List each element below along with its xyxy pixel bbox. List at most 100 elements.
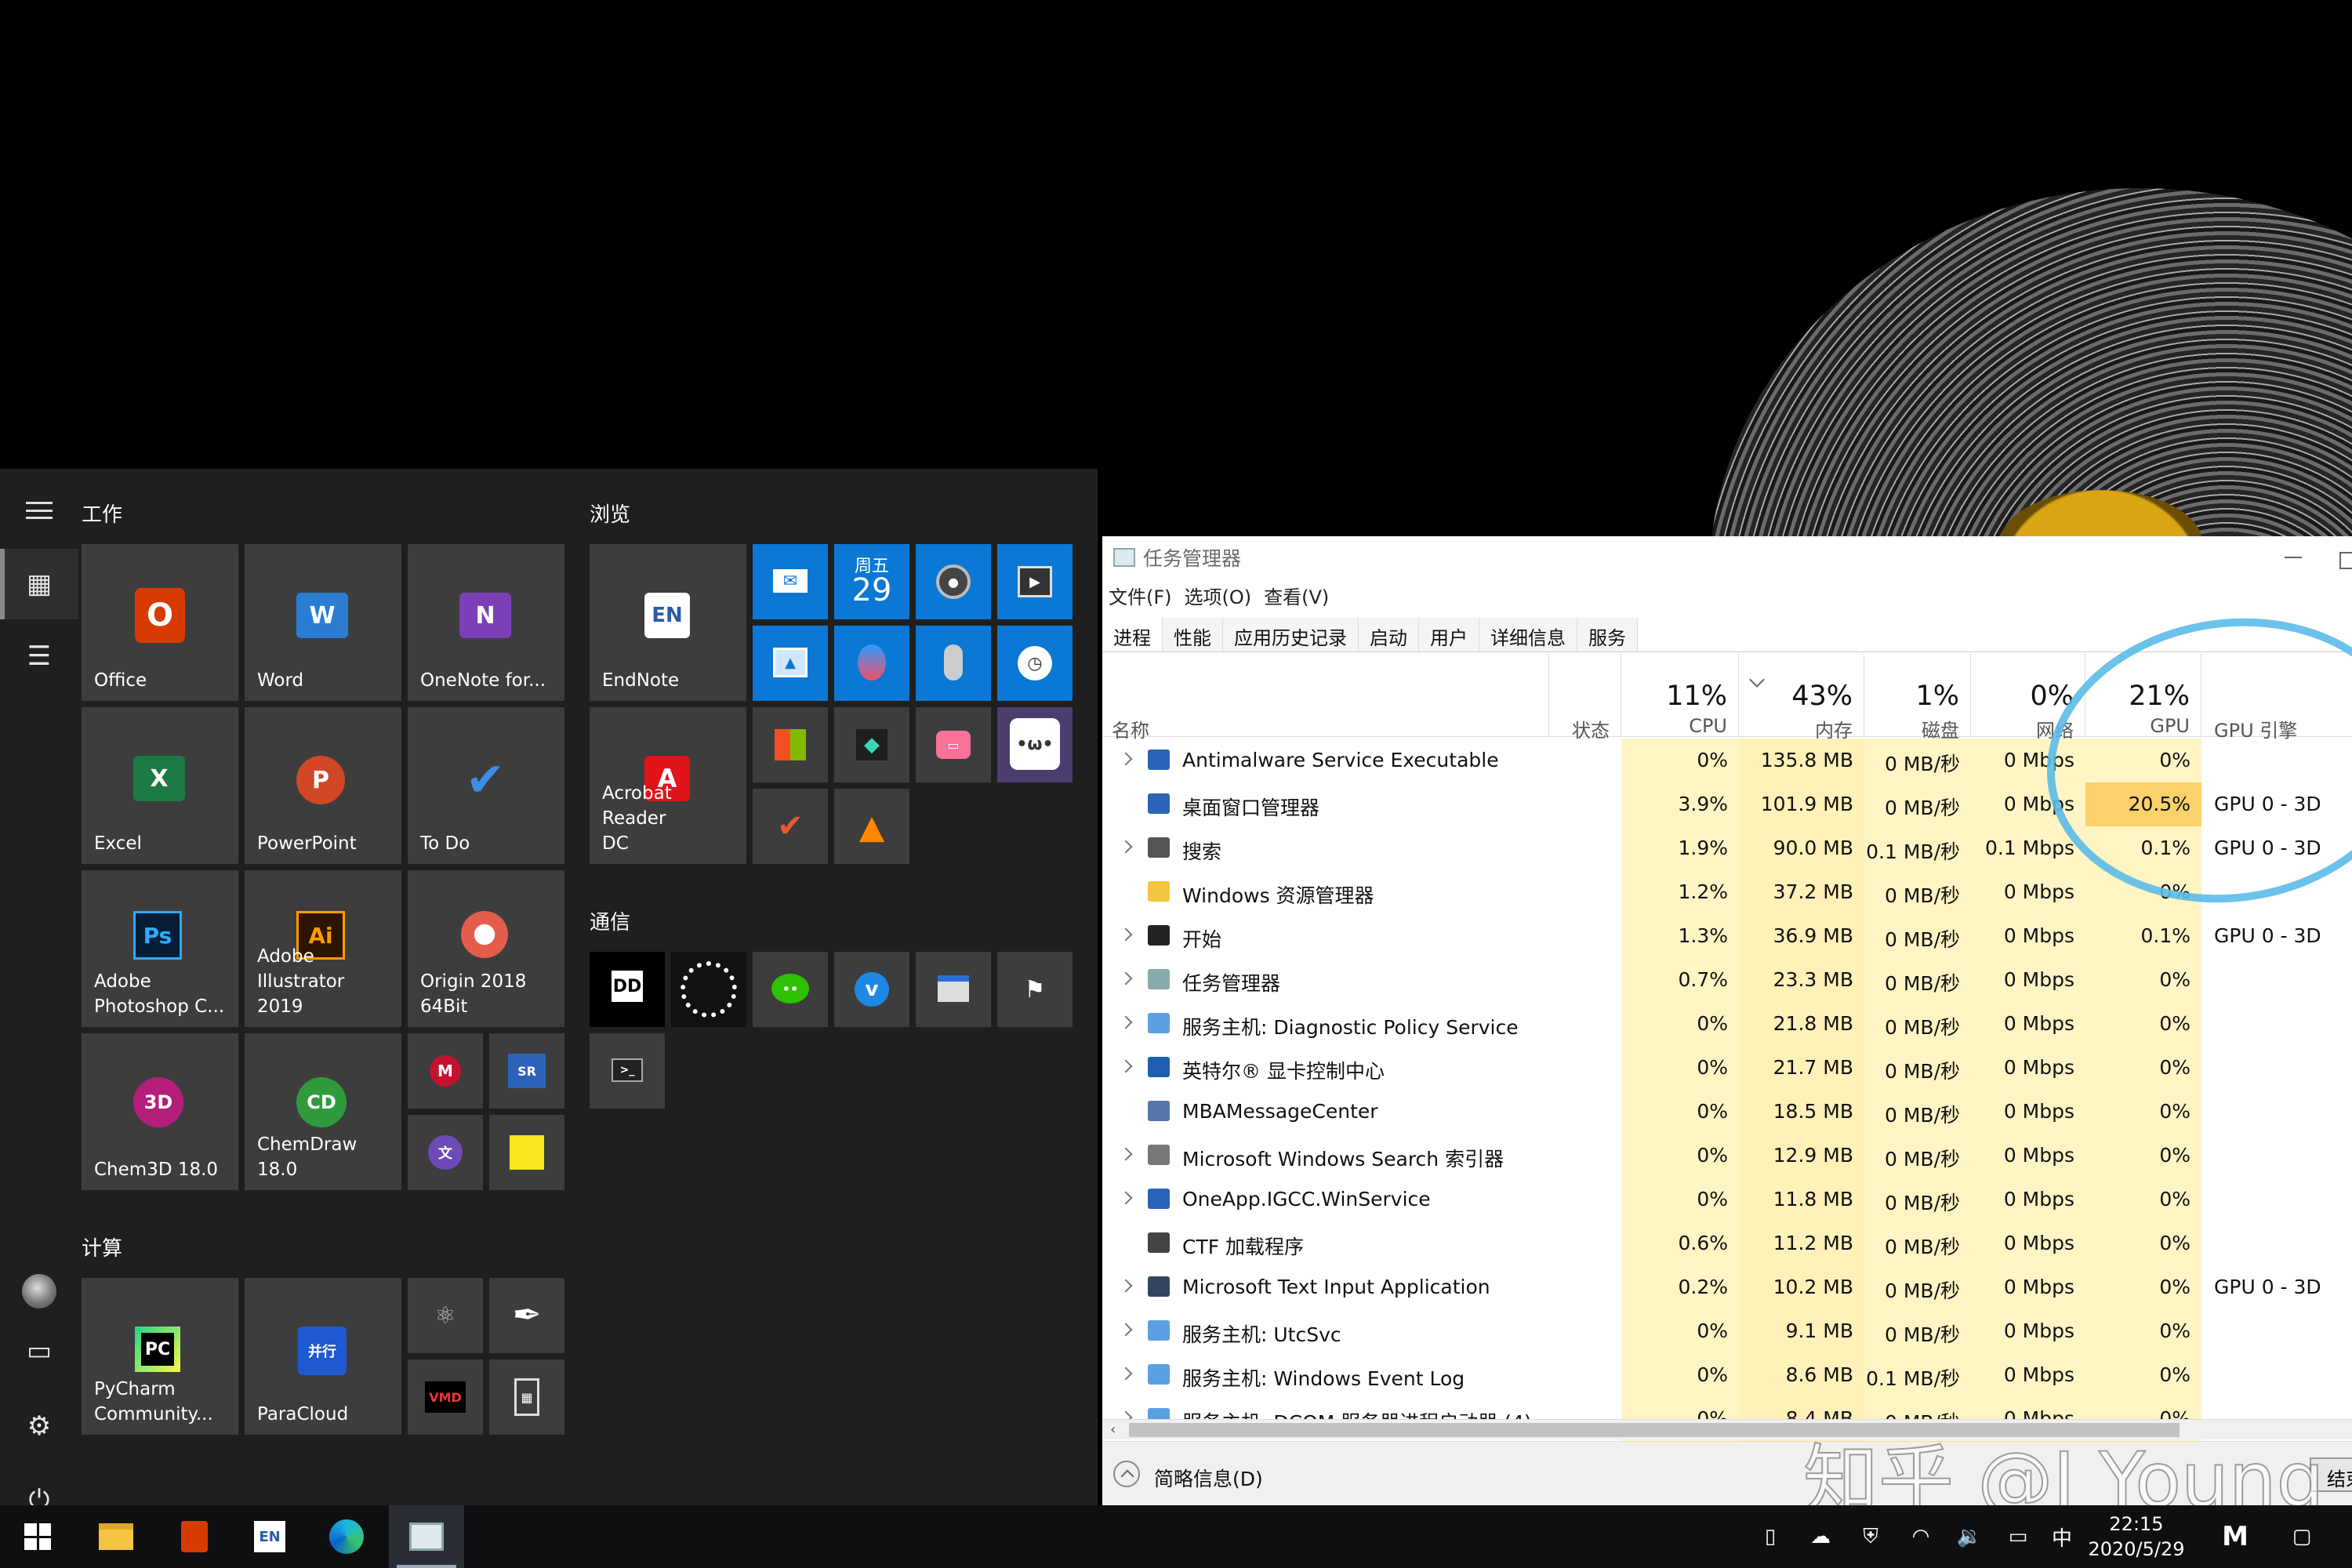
table-row[interactable]: 开始 1.3% 36.9 MB 0 MB/秒 0 Mbps 0.1% GPU 0 - 3D <box>1102 914 2352 958</box>
tile-groove[interactable]: ● <box>916 544 991 619</box>
tab-performance[interactable]: 性能 <box>1163 618 1223 652</box>
tile-acrobat[interactable]: A Acrobat Reader DC <box>590 707 746 864</box>
tile-origin[interactable]: Origin 2018 64Bit <box>408 870 564 1027</box>
fewer-details-link[interactable]: 简略信息(D) <box>1154 1464 1263 1492</box>
column-header-disk[interactable]: 1% 磁盘 <box>1864 654 1971 742</box>
tile-dolby[interactable]: DD <box>590 952 665 1027</box>
tile-chemdraw[interactable]: CD ChemDraw 18.0 <box>245 1033 401 1190</box>
battery-icon[interactable]: ▭ <box>2001 1505 2035 1568</box>
menu-view[interactable]: 查看(V) <box>1264 582 1329 613</box>
table-row[interactable]: 英特尔® 显卡控制中心 0% 21.7 MB 0 MB/秒 0 Mbps 0% <box>1102 1046 2352 1090</box>
start-button[interactable] <box>0 1505 75 1568</box>
tile-photos[interactable]: ▲ <box>753 626 828 701</box>
menu-file[interactable]: 文件(F) <box>1109 582 1172 613</box>
menu-icon[interactable] <box>0 475 78 546</box>
tile-chem3d[interactable]: 3D Chem3D 18.0 <box>82 1033 238 1190</box>
tab-services[interactable]: 服务 <box>1577 618 1638 652</box>
expand-chevron-icon[interactable] <box>1119 971 1133 985</box>
tab-users[interactable]: 用户 <box>1419 618 1479 652</box>
taskbar-office[interactable] <box>157 1505 232 1568</box>
tile-mail[interactable]: ✉ <box>753 544 828 619</box>
tile-powerpoint[interactable]: P PowerPoint <box>245 707 401 864</box>
tile-store[interactable] <box>753 707 828 782</box>
tile-v-app[interactable]: v <box>834 952 909 1027</box>
tablet-icon[interactable]: ▯ <box>1755 1505 1786 1568</box>
tile-mendeley[interactable]: M <box>408 1033 483 1109</box>
column-header-memory[interactable]: 43% 内存 <box>1739 654 1864 742</box>
tile-word[interactable]: W Word <box>245 544 401 701</box>
minimize-button[interactable] <box>2285 557 2302 558</box>
table-row[interactable]: OneApp.IGCC.WinService 0% 11.8 MB 0 MB/秒 0 M… <box>1102 1178 2352 1221</box>
table-row[interactable]: 任务管理器 0.7% 23.3 MB 0 MB/秒 0 Mbps 0% <box>1102 958 2352 1002</box>
fewer-details-chevron-icon[interactable] <box>1113 1461 1140 1487</box>
tile-illustrator[interactable]: Ai Adobe Illustrator 2019 <box>245 870 401 1027</box>
tile-molecule-viewer[interactable]: ⚛ <box>408 1278 483 1353</box>
tile-wechat[interactable]: •• <box>753 952 828 1027</box>
tile-calculator[interactable]: ▦ <box>489 1359 564 1435</box>
tiles-view-icon[interactable]: ▦ <box>0 549 78 619</box>
expand-chevron-icon[interactable] <box>1119 1147 1133 1161</box>
tile-alarms[interactable]: ◷ <box>997 626 1073 701</box>
tile-onenote[interactable]: N OneNote for... <box>408 544 564 701</box>
tile-sticky-notes[interactable] <box>489 1115 564 1190</box>
tile-dial[interactable] <box>671 952 746 1027</box>
table-row[interactable]: 服务主机: Windows Event Log 0% 8.6 MB 0.1 MB/秒 0… <box>1102 1353 2352 1397</box>
column-header-cpu[interactable]: 11% CPU <box>1621 654 1739 737</box>
tile-pycharm[interactable]: PC PyCharm Community... <box>82 1278 238 1435</box>
expand-chevron-icon[interactable] <box>1119 752 1133 766</box>
tab-app-history[interactable]: 应用历史记录 <box>1223 618 1359 652</box>
onedrive-cloud-icon[interactable]: ☁ <box>1803 1505 1838 1568</box>
table-row[interactable]: 服务主机: Diagnostic Policy Service 0% 21.8 MB… <box>1102 1002 2352 1046</box>
expand-chevron-icon[interactable] <box>1119 927 1133 942</box>
documents-icon[interactable]: ▭ <box>0 1316 78 1386</box>
clock[interactable]: 22:15 2020/5/29 <box>2070 1512 2203 1562</box>
tile-paracloud[interactable]: 并行 ParaCloud <box>245 1278 401 1435</box>
scroll-left-arrow[interactable]: ‹ <box>1110 1421 1116 1438</box>
taskbar-task-manager[interactable] <box>389 1505 464 1568</box>
column-header-name[interactable]: 名称 <box>1102 654 1549 742</box>
tile-todo[interactable]: ✔ To Do <box>408 707 564 864</box>
expand-chevron-icon[interactable] <box>1119 1323 1133 1337</box>
tile-snipping[interactable]: SR <box>489 1033 564 1109</box>
tile-endnote[interactable]: EN EndNote <box>590 544 746 701</box>
table-row[interactable]: MBAMessageCenter 0% 18.5 MB 0 MB/秒 0 Mbps 0% <box>1102 1090 2352 1134</box>
tile-photoshop[interactable]: Ps Adobe Photoshop C... <box>82 870 238 1027</box>
tile-signature[interactable]: ✒ <box>489 1278 564 1353</box>
security-shield-icon[interactable]: ⛨ <box>1853 1505 1888 1568</box>
expand-chevron-icon[interactable] <box>1119 1059 1133 1073</box>
taskbar-file-explorer[interactable] <box>78 1505 154 1568</box>
expand-chevron-icon[interactable] <box>1119 840 1133 854</box>
tab-processes[interactable]: 进程 <box>1102 618 1163 652</box>
tile-bilibili[interactable]: ▭ <box>916 707 991 782</box>
menu-options[interactable]: 选项(O) <box>1185 582 1252 613</box>
tile-vlc[interactable]: ▲ <box>834 789 909 864</box>
tile-translator[interactable]: 文 <box>408 1115 483 1190</box>
action-center-icon[interactable]: ▢ <box>2278 1505 2325 1568</box>
taskbar-edge[interactable] <box>309 1505 384 1568</box>
table-row[interactable]: Microsoft Text Input Application 0.2% 10.2… <box>1102 1265 2352 1309</box>
maximize-button[interactable] <box>2339 552 2352 569</box>
tile-terminal[interactable]: >_ <box>590 1033 665 1109</box>
expand-chevron-icon[interactable] <box>1119 1015 1133 1029</box>
settings-icon[interactable]: ⚙ <box>0 1391 78 1461</box>
tile-notify[interactable] <box>916 952 991 1027</box>
tile-feedback[interactable]: ⚑ <box>997 952 1073 1027</box>
tile-filmora[interactable]: ◆ <box>834 707 909 782</box>
table-row[interactable]: Microsoft Windows Search 索引器 0% 12.9 MB 0 M… <box>1102 1134 2352 1178</box>
tile-paint3d[interactable] <box>834 626 909 701</box>
table-row[interactable]: CTF 加载程序 0.6% 11.2 MB 0 MB/秒 0 Mbps 0% <box>1102 1221 2352 1265</box>
tab-details[interactable]: 详细信息 <box>1479 618 1577 652</box>
tile-vmd[interactable]: VMD <box>408 1359 483 1435</box>
expand-chevron-icon[interactable] <box>1119 1191 1133 1205</box>
table-row[interactable]: 服务主机: UtcSvc 0% 9.1 MB 0 MB/秒 0 Mbps 0% <box>1102 1309 2352 1353</box>
tile-bilibili-anime[interactable]: •ω• <box>997 707 1073 782</box>
tile-movies[interactable]: ▶ <box>997 544 1073 619</box>
taskbar-endnote[interactable]: EN <box>232 1505 307 1568</box>
tile-voice-recorder[interactable] <box>916 626 991 701</box>
expand-chevron-icon[interactable] <box>1119 1367 1133 1381</box>
tile-calendar[interactable]: 周五 29 <box>834 544 909 619</box>
column-header-status[interactable]: 状态 <box>1549 654 1621 742</box>
tile-office[interactable]: O Office <box>82 544 238 701</box>
tab-startup[interactable]: 启动 <box>1359 618 1419 652</box>
title-bar[interactable]: 任务管理器 <box>1102 536 2352 579</box>
